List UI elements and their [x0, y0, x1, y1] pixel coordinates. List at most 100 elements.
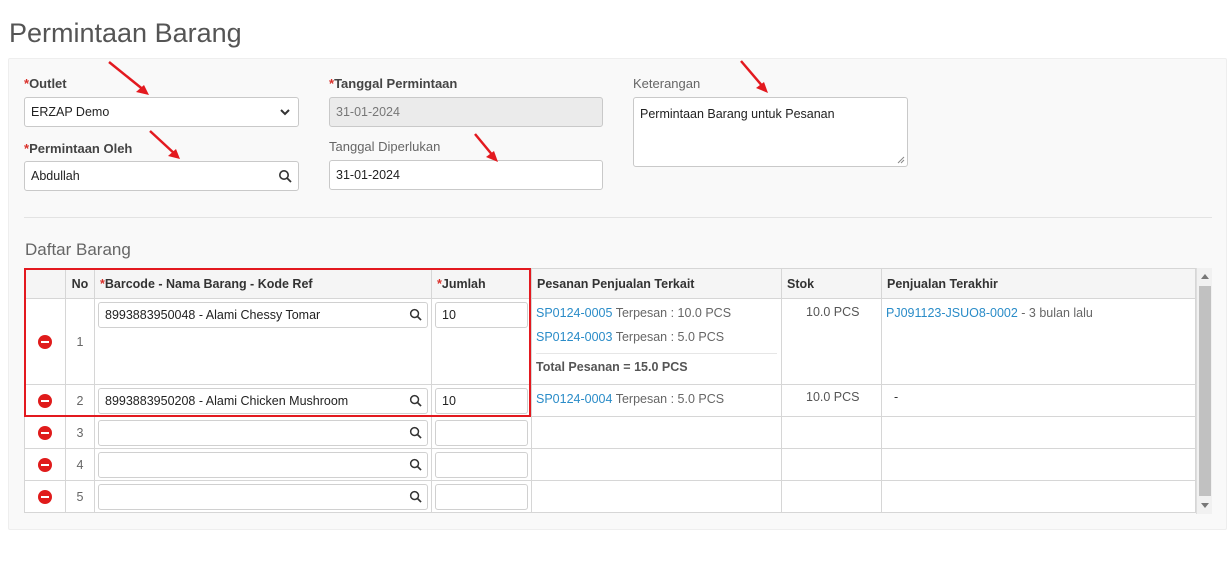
page-title: Permintaan Barang: [9, 18, 242, 48]
delete-cell: [24, 416, 66, 449]
jumlah-cell: [431, 480, 532, 513]
keterangan-value: Permintaan Barang untuk Pesanan: [640, 107, 835, 121]
chevron-down-icon: [280, 109, 290, 116]
row-number: 2: [65, 384, 95, 417]
pesanan-item: SP0124-0005 Terpesan : 10.0 PCS: [536, 306, 732, 320]
barcode-input[interactable]: [98, 483, 428, 510]
stok-cell: [781, 480, 882, 513]
resize-grip-icon[interactable]: [897, 156, 905, 164]
outlet-select[interactable]: ERZAP Demo: [24, 97, 299, 127]
search-icon[interactable]: [409, 458, 422, 471]
outlet-value: ERZAP Demo: [31, 105, 110, 119]
pesanan-cell: SP0124-0005 Terpesan : 10.0 PCS SP0124-0…: [531, 298, 782, 385]
stok-cell: [781, 416, 882, 449]
jumlah-cell: 10: [431, 384, 532, 417]
jumlah-input[interactable]: [435, 483, 528, 510]
annotation-arrow-icon: [108, 61, 149, 95]
remove-row-icon[interactable]: [38, 457, 52, 472]
row-number: 4: [65, 448, 95, 481]
keterangan-textarea[interactable]: Permintaan Barang untuk Pesanan: [633, 97, 908, 167]
remove-row-icon[interactable]: [38, 334, 52, 349]
jumlah-input[interactable]: [435, 419, 528, 446]
barcode-input[interactable]: [98, 451, 428, 478]
barcode-input[interactable]: [98, 419, 428, 446]
permintaan-oleh-field[interactable]: Abdullah: [24, 161, 299, 191]
section-divider: [24, 217, 1212, 218]
header-pesanan: Pesanan Penjualan Terkait: [531, 268, 782, 299]
barcode-cell: [94, 480, 432, 513]
barcode-input[interactable]: 8993883950208 - Alami Chicken Mushroom: [98, 387, 428, 414]
header-stok: Stok: [781, 268, 882, 299]
barcode-value: 8993883950048 - Alami Chessy Tomar: [105, 308, 321, 322]
search-icon[interactable]: [278, 169, 292, 183]
barcode-input[interactable]: 8993883950048 - Alami Chessy Tomar: [98, 302, 428, 328]
penjualan-cell: [881, 448, 1196, 481]
tanggal-diperlukan-field[interactable]: 31-01-2024: [329, 160, 603, 190]
stok-cell: 10.0 PCS: [781, 384, 882, 417]
stok-value: 10.0 PCS: [806, 390, 860, 404]
remove-row-icon[interactable]: [38, 425, 52, 440]
header-delete: [24, 268, 66, 299]
table-header-row: No *Barcode - Nama Barang - Kode Ref *Ju…: [24, 268, 1196, 299]
scroll-thumb[interactable]: [1199, 286, 1211, 496]
outlet-label: *Outlet: [24, 76, 67, 91]
pesanan-cell: [531, 448, 782, 481]
total-pesanan: Total Pesanan = 15.0 PCS: [536, 353, 777, 379]
table-scrollbar[interactable]: [1196, 268, 1212, 514]
pesanan-cell: [531, 416, 782, 449]
delete-cell: [24, 384, 66, 417]
tanggal-permintaan-value: 31-01-2024: [336, 105, 400, 119]
jumlah-cell: [431, 448, 532, 481]
barcode-value: 8993883950208 - Alami Chicken Mushroom: [105, 393, 349, 408]
remove-row-icon[interactable]: [38, 393, 52, 408]
barcode-cell: 8993883950048 - Alami Chessy Tomar: [94, 298, 432, 385]
scroll-up-icon[interactable]: [1201, 274, 1209, 279]
table-row: 3: [24, 416, 1196, 449]
barcode-cell: 8993883950208 - Alami Chicken Mushroom: [94, 384, 432, 417]
search-icon[interactable]: [409, 426, 422, 439]
header-penjualan: Penjualan Terakhir: [881, 268, 1196, 299]
tanggal-permintaan-label: *Tanggal Permintaan: [329, 76, 458, 91]
pesanan-link[interactable]: SP0124-0003: [536, 330, 612, 344]
remove-row-icon[interactable]: [38, 489, 52, 504]
search-icon[interactable]: [409, 394, 422, 407]
penjualan-cell: -: [881, 384, 1196, 417]
jumlah-value: 10: [442, 393, 456, 408]
penjualan-link[interactable]: PJ091123-JSUO8-0002: [886, 306, 1018, 320]
pesanan-item: SP0124-0004 Terpesan : 5.0 PCS: [536, 392, 725, 406]
annotation-arrow-icon: [474, 133, 498, 162]
pesanan-link[interactable]: SP0124-0004: [536, 392, 612, 406]
jumlah-input[interactable]: 10: [435, 302, 528, 328]
scroll-down-icon[interactable]: [1201, 503, 1209, 508]
pesanan-link[interactable]: SP0124-0005: [536, 306, 612, 320]
penjualan-cell: [881, 416, 1196, 449]
barcode-cell: [94, 416, 432, 449]
row-number: 3: [65, 416, 95, 449]
jumlah-value: 10: [442, 308, 456, 322]
tanggal-diperlukan-label: Tanggal Diperlukan: [329, 139, 441, 154]
search-icon[interactable]: [409, 308, 422, 321]
pesanan-item: SP0124-0003 Terpesan : 5.0 PCS: [536, 330, 725, 344]
jumlah-input[interactable]: [435, 451, 528, 478]
search-icon[interactable]: [409, 490, 422, 503]
header-no: No: [65, 268, 95, 299]
delete-cell: [24, 298, 66, 385]
table-row: 4: [24, 448, 1196, 481]
permintaan-oleh-label: *Permintaan Oleh: [24, 141, 133, 156]
table-row: 2 8993883950208 - Alami Chicken Mushroom…: [24, 384, 1196, 417]
permintaan-oleh-value: Abdullah: [31, 169, 80, 183]
penjualan-value: -: [894, 390, 899, 404]
jumlah-input[interactable]: 10: [435, 387, 528, 414]
delete-cell: [24, 448, 66, 481]
stok-cell: [781, 448, 882, 481]
pesanan-cell: [531, 480, 782, 513]
row-number: 1: [65, 298, 95, 385]
header-barcode: *Barcode - Nama Barang - Kode Ref: [94, 268, 432, 299]
delete-cell: [24, 480, 66, 513]
table-row: 1 8993883950048 - Alami Chessy Tomar 10 …: [24, 298, 1196, 385]
stok-cell: 10.0 PCS: [781, 298, 882, 385]
header-jumlah: *Jumlah: [431, 268, 532, 299]
daftar-barang-title: Daftar Barang: [25, 240, 131, 259]
penjualan-cell: [881, 480, 1196, 513]
annotation-arrow-icon: [740, 60, 768, 93]
